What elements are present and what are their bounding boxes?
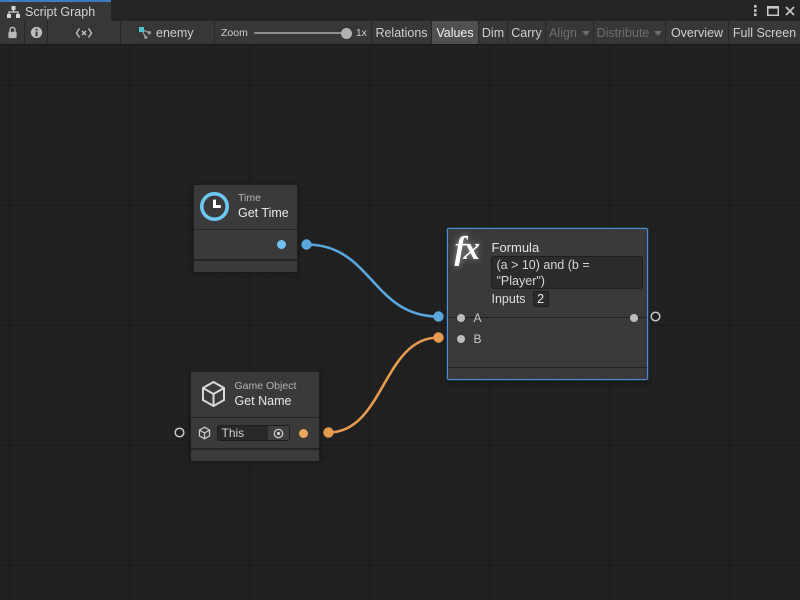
node-get-time[interactable]: Time Get Time (193, 184, 298, 271)
zoom-value: 1x (356, 27, 367, 39)
button-label: Values (436, 26, 473, 40)
node-formula[interactable]: fx Formula (a > 10) and (b = "Player") I… (447, 228, 648, 380)
target-cube-icon (198, 426, 211, 440)
graph-name-label: enemy (156, 26, 194, 40)
formula-result-port[interactable] (630, 314, 638, 322)
wire-gettime-to-formula[interactable] (307, 245, 439, 317)
button-label: Dim (482, 26, 504, 40)
formula-result-outer-port[interactable] (651, 312, 660, 321)
game-object-cube-icon (200, 380, 227, 408)
node-surtitle: Game Object (235, 380, 297, 393)
time-clock-icon (199, 191, 230, 222)
node-get-name[interactable]: Game Object Get Name This (190, 371, 321, 460)
wire-orange-end-dot (433, 332, 443, 342)
node-title: Formula (492, 240, 540, 255)
zoom-slider[interactable] (254, 21, 352, 44)
node-footer (194, 261, 297, 272)
node-footer (191, 450, 320, 461)
tab-script-graph[interactable]: Script Graph (0, 0, 111, 21)
get-name-ports: This (191, 418, 320, 448)
script-graph-window: Script Graph (0, 0, 800, 600)
toolbar-button-dim[interactable]: Dim (479, 21, 508, 44)
port-label-b: B (474, 332, 482, 346)
toolbar-button-overview[interactable]: Overview (666, 21, 729, 44)
wire-blue-end-dot (433, 311, 443, 321)
formula-port-row-b: B (448, 329, 647, 349)
button-label: Distribute (597, 26, 650, 40)
formula-port-row-a: A (448, 308, 647, 328)
wire-getname-to-formula[interactable] (329, 338, 439, 433)
node-footer (448, 368, 647, 379)
zoom-slider-track (254, 32, 352, 34)
graph-reference[interactable]: enemy (121, 21, 215, 44)
get-time-output-port[interactable] (277, 240, 286, 249)
node-title: Get Name (235, 393, 297, 409)
dropdown-arrow-icon (654, 31, 662, 36)
button-label: Overview (671, 26, 723, 40)
lock-icon (7, 26, 18, 39)
button-label: Full Screen (733, 26, 796, 40)
titlebar: Script Graph (0, 0, 800, 21)
graph-hierarchy-icon (7, 6, 20, 18)
unit-code-button[interactable] (48, 21, 121, 44)
toolbar-button-distribute[interactable]: Distribute (594, 21, 666, 44)
dropdown-arrow-icon (582, 31, 590, 36)
inputs-count-field[interactable]: 2 (533, 291, 549, 307)
target-object-value: This (218, 426, 268, 440)
get-time-header: Time Get Time (194, 185, 297, 229)
graph-nest-icon (138, 26, 152, 40)
formula-input-a-port[interactable] (457, 314, 465, 322)
getname-target-outer-port[interactable] (175, 428, 184, 437)
object-picker-button[interactable] (268, 426, 289, 440)
zoom-slider-handle[interactable] (341, 28, 352, 39)
graph-toolbar: enemy Zoom 1x Relations Values Dim Carry… (0, 21, 800, 45)
node-title: Get Time (238, 205, 289, 221)
kebab-menu-icon (754, 5, 757, 16)
toolbar-button-values[interactable]: Values (432, 21, 479, 44)
node-surtitle: Time (238, 192, 289, 205)
target-object-field[interactable]: This (217, 425, 290, 441)
get-name-header: Game Object Get Name (191, 372, 320, 417)
wire-blue-start-dot (301, 239, 311, 249)
close-icon (785, 6, 795, 16)
tab-title: Script Graph (25, 5, 95, 19)
window-controls (748, 0, 800, 21)
formula-expression-field[interactable]: (a > 10) and (b = "Player") (491, 256, 643, 289)
toolbar-button-carry[interactable]: Carry (508, 21, 546, 44)
button-label: Align (549, 26, 577, 40)
button-label: Carry (511, 26, 542, 40)
object-picker-icon (273, 428, 284, 439)
toolbar-button-relations[interactable]: Relations (372, 21, 432, 44)
connection-wires (0, 45, 800, 600)
window-menu-button[interactable] (748, 3, 763, 19)
port-label-a: A (474, 311, 482, 325)
window-maximize-button[interactable] (765, 3, 780, 19)
button-label: Relations (375, 26, 427, 40)
get-name-output-port[interactable] (299, 429, 308, 438)
inputs-label: Inputs (492, 292, 526, 306)
get-time-ports (194, 230, 297, 259)
zoom-control: Zoom 1x (215, 21, 372, 44)
angle-brackets-x-icon (75, 27, 93, 39)
toolbar-button-fullscreen[interactable]: Full Screen (729, 21, 800, 44)
info-button[interactable] (25, 21, 48, 44)
formula-input-b-port[interactable] (457, 335, 465, 343)
toolbar-button-align[interactable]: Align (546, 21, 594, 44)
graph-canvas[interactable]: Time Get Time Game Obj (0, 45, 800, 600)
zoom-label: Zoom (221, 27, 248, 39)
lock-button[interactable] (0, 21, 25, 44)
formula-fx-icon: fx (455, 231, 493, 273)
window-close-button[interactable] (782, 3, 797, 19)
wire-orange-start-dot (323, 427, 333, 437)
maximize-icon (767, 6, 779, 16)
info-icon (30, 26, 43, 39)
